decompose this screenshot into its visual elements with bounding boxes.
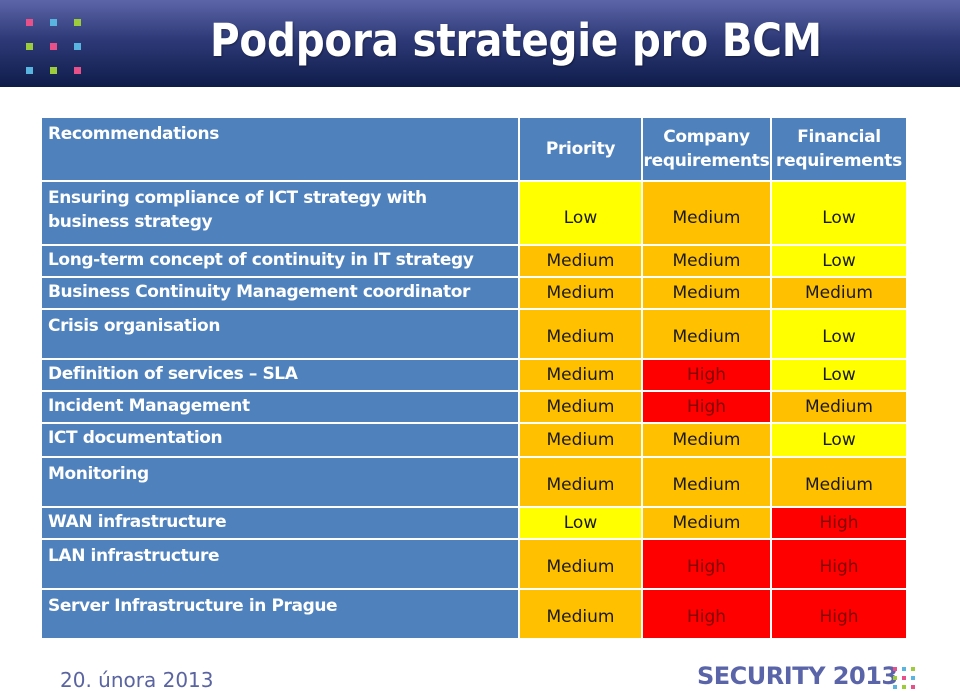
company-level-cell: High xyxy=(643,590,770,638)
logo-grid-icon xyxy=(26,19,82,74)
financial-level-cell: Medium xyxy=(772,392,906,422)
priority-level-cell: Medium xyxy=(520,590,641,638)
logo-square xyxy=(902,667,906,671)
logo-square xyxy=(74,67,81,74)
logo-square xyxy=(911,667,915,671)
financial-level-cell: High xyxy=(772,590,906,638)
logo-square xyxy=(893,667,897,671)
logo-square xyxy=(893,676,897,680)
recommendation-cell: Definition of services – SLA xyxy=(42,360,518,390)
recommendation-cell: Long-term concept of continuity in IT st… xyxy=(42,246,518,276)
title-banner: Podpora strategie pro BCM xyxy=(0,0,960,87)
financial-level-cell: High xyxy=(772,508,906,538)
column-header-financial-requirements: Financial requirements xyxy=(772,118,906,180)
company-level-cell: Medium xyxy=(643,310,770,358)
logo-square xyxy=(893,685,897,689)
recommendation-cell: Server Infrastructure in Prague xyxy=(42,590,518,638)
column-header-recommendations: Recommendations xyxy=(42,118,518,180)
column-header-priority: Priority xyxy=(520,118,641,180)
financial-level-cell: Low xyxy=(772,424,906,456)
priority-level-cell: Medium xyxy=(520,424,641,456)
financial-level-cell: Medium xyxy=(772,278,906,308)
company-level-cell: Medium xyxy=(643,246,770,276)
company-level-cell: Medium xyxy=(643,182,770,244)
recommendation-cell: Ensuring compliance of ICT strategy with… xyxy=(42,182,518,244)
logo-square xyxy=(902,676,906,680)
priority-level-cell: Low xyxy=(520,508,641,538)
logo-square xyxy=(50,67,57,74)
company-level-cell: Medium xyxy=(643,508,770,538)
company-level-cell: High xyxy=(643,360,770,390)
priority-level-cell: Medium xyxy=(520,278,641,308)
logo-square xyxy=(74,43,81,50)
priority-level-cell: Low xyxy=(520,182,641,244)
recommendation-cell: WAN infrastructure xyxy=(42,508,518,538)
recommendation-cell: Incident Management xyxy=(42,392,518,422)
footer-brand: SECURITY 2013 xyxy=(697,662,898,690)
financial-level-cell: Low xyxy=(772,182,906,244)
recommendation-cell: Crisis organisation xyxy=(42,310,518,358)
priority-level-cell: Medium xyxy=(520,540,641,588)
logo-square xyxy=(26,67,33,74)
column-header-company-requirements: Company requirements xyxy=(643,118,770,180)
priority-level-cell: Medium xyxy=(520,310,641,358)
financial-level-cell: Low xyxy=(772,360,906,390)
recommendation-cell: Monitoring xyxy=(42,458,518,506)
logo-square xyxy=(74,19,81,26)
logo-square xyxy=(26,19,33,26)
financial-level-cell: High xyxy=(772,540,906,588)
company-level-cell: High xyxy=(643,540,770,588)
company-level-cell: Medium xyxy=(643,424,770,456)
company-level-cell: Medium xyxy=(643,278,770,308)
financial-level-cell: Low xyxy=(772,310,906,358)
recommendation-cell: Business Continuity Management coordinat… xyxy=(42,278,518,308)
recommendation-cell: ICT documentation xyxy=(42,424,518,456)
logo-square xyxy=(911,685,915,689)
logo-square xyxy=(902,685,906,689)
priority-level-cell: Medium xyxy=(520,458,641,506)
company-level-cell: High xyxy=(643,392,770,422)
financial-level-cell: Medium xyxy=(772,458,906,506)
slide-title: Podpora strategie pro BCM xyxy=(210,14,822,67)
logo-square xyxy=(50,43,57,50)
footer-logo-grid-icon xyxy=(893,667,919,691)
priority-level-cell: Medium xyxy=(520,392,641,422)
priority-level-cell: Medium xyxy=(520,246,641,276)
company-level-cell: Medium xyxy=(643,458,770,506)
recommendations-table: Recommendations Priority Company require… xyxy=(42,118,906,638)
footer-date: 20. února 2013 xyxy=(60,668,214,692)
logo-square xyxy=(911,676,915,680)
logo-square xyxy=(50,19,57,26)
logo-square xyxy=(26,43,33,50)
priority-level-cell: Medium xyxy=(520,360,641,390)
financial-level-cell: Low xyxy=(772,246,906,276)
recommendation-cell: LAN infrastructure xyxy=(42,540,518,588)
